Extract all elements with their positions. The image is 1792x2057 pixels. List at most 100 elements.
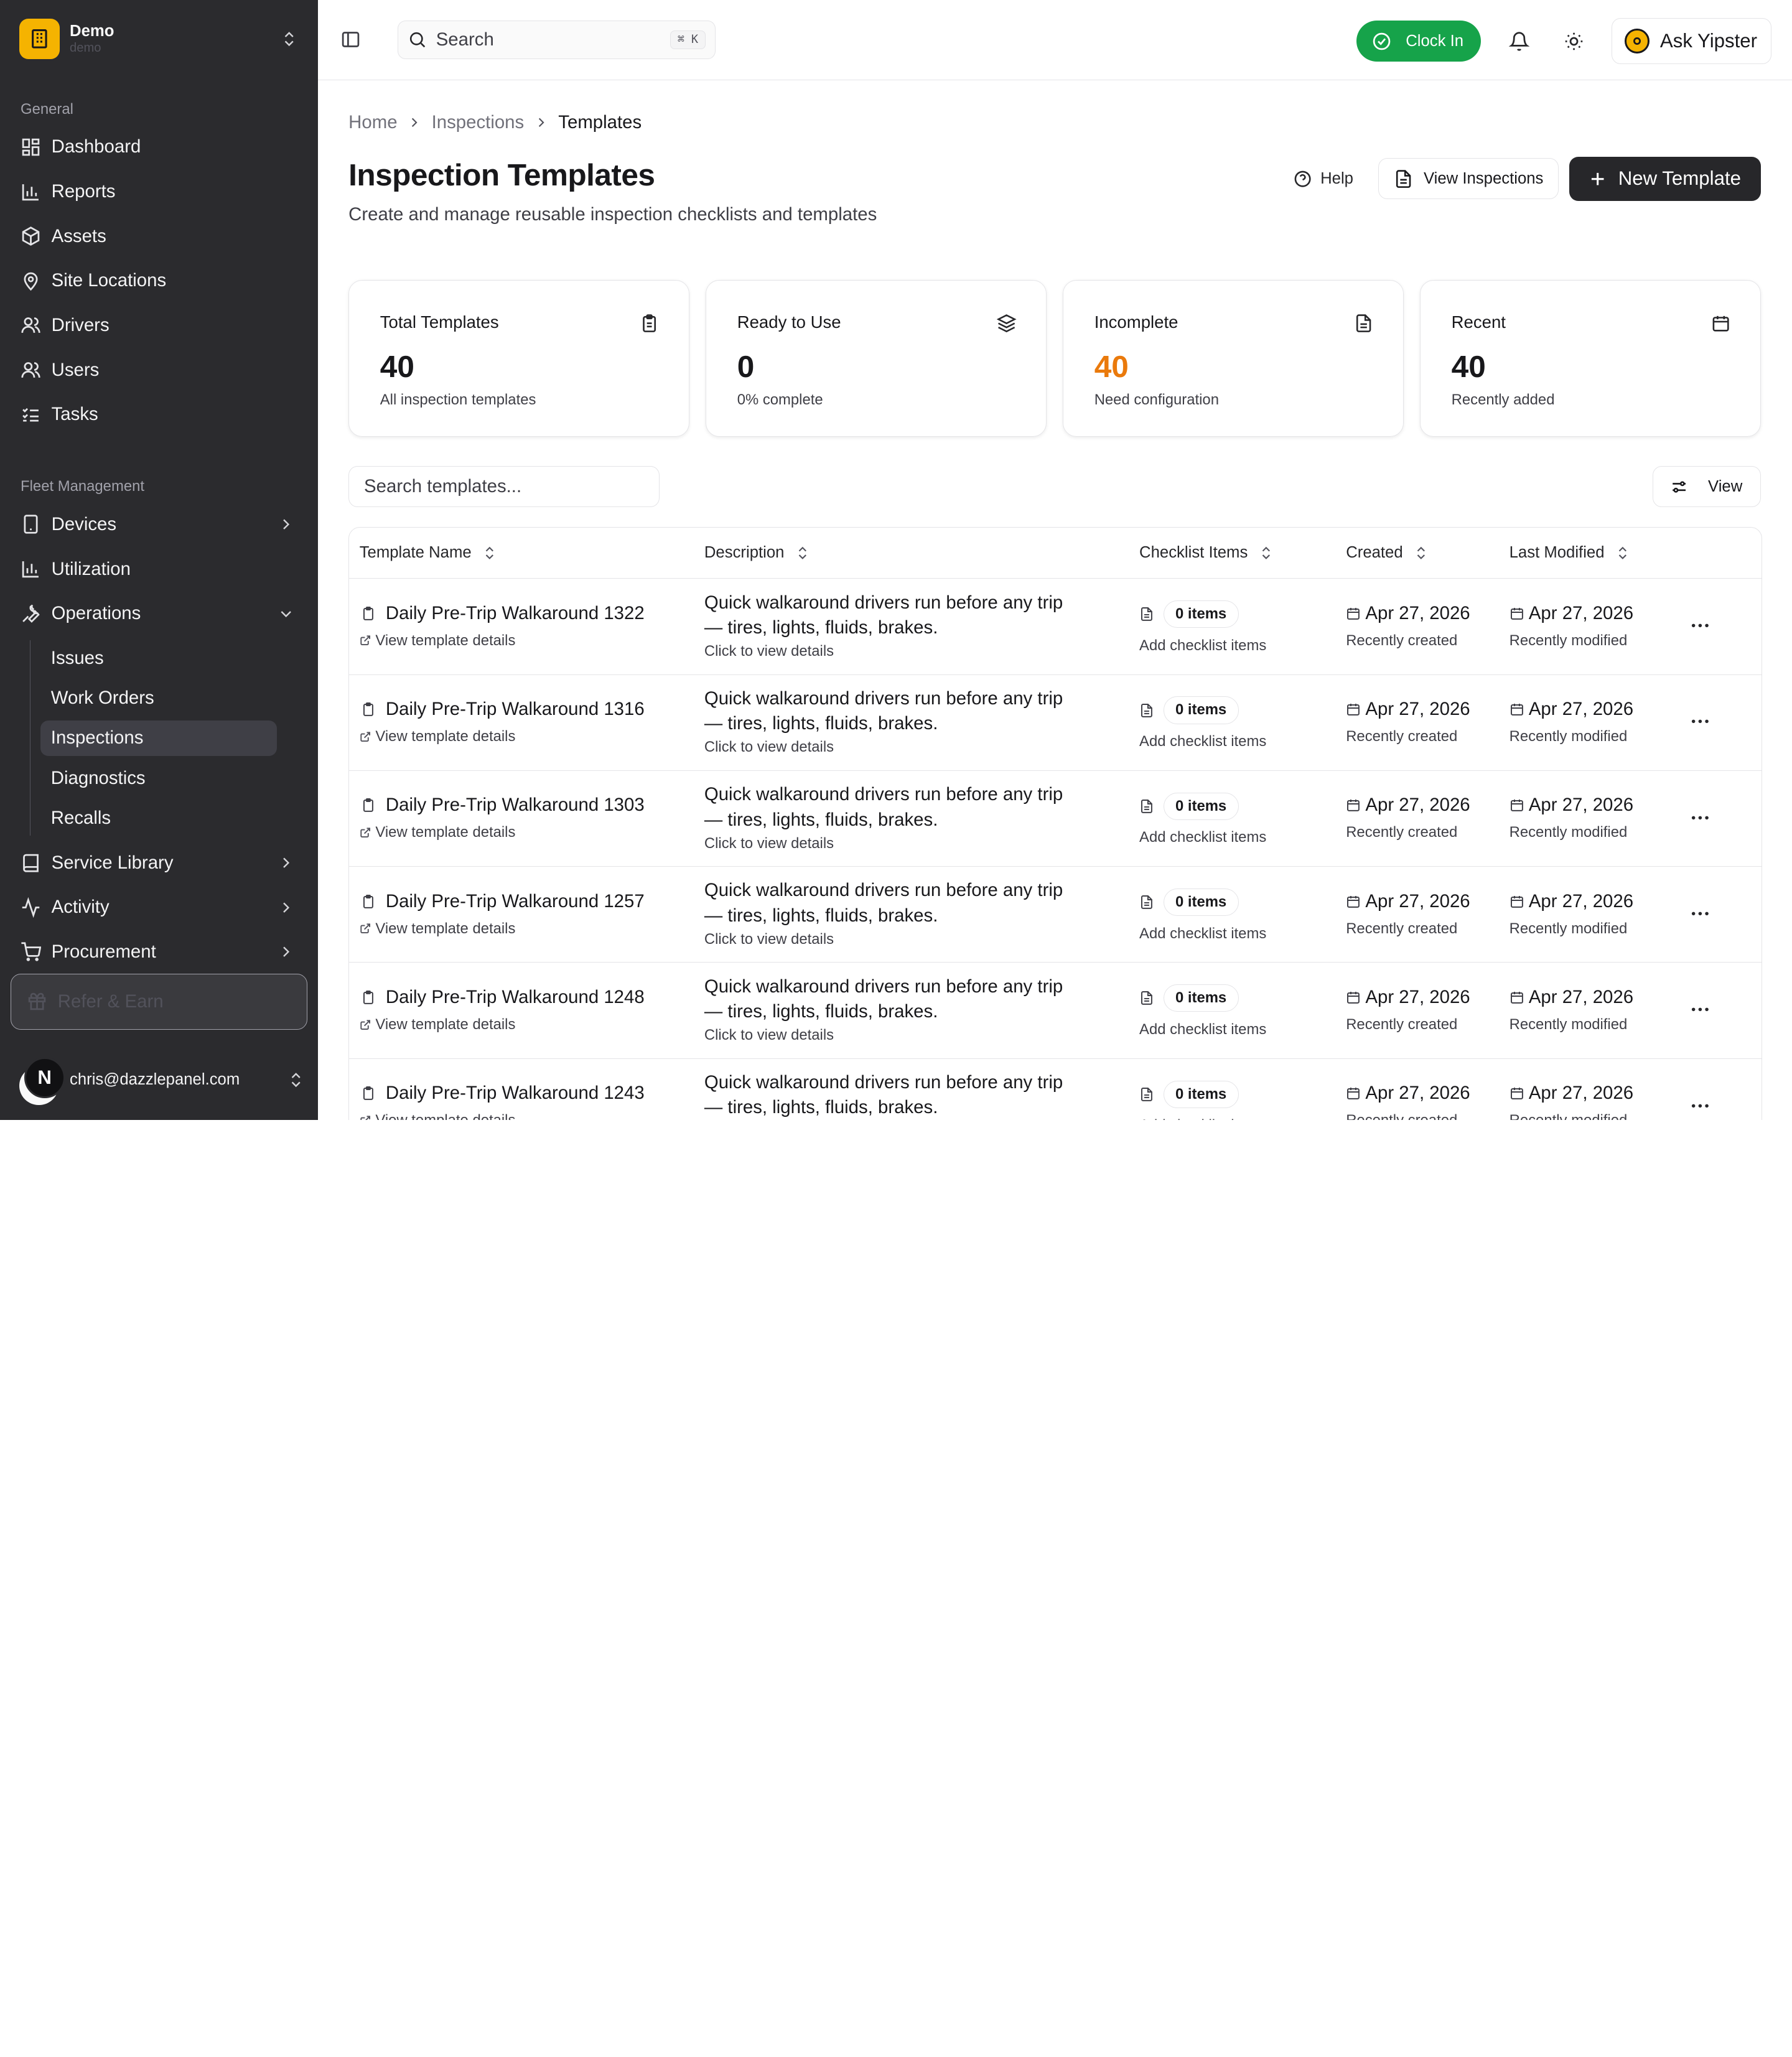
calendar-icon	[1510, 1088, 1523, 1100]
nav-users[interactable]: Users	[0, 348, 318, 393]
modified-note: Recently modified	[1509, 920, 1628, 937]
global-search-input[interactable]: Search ⌘ K	[398, 20, 716, 59]
check-circle-icon	[1373, 32, 1391, 50]
template-name[interactable]: Daily Pre-Trip Walkaround 1303	[386, 795, 645, 816]
external-link-icon	[360, 1019, 370, 1030]
breadcrumb-inspections[interactable]: Inspections	[432, 112, 525, 133]
chevron-right-icon	[282, 946, 289, 958]
table-row[interactable]: Daily Pre-Trip Walkaround 1243 View temp…	[349, 1059, 1762, 1120]
table-header: Template Name Description Checklist Item…	[349, 528, 1762, 579]
table-row[interactable]: Daily Pre-Trip Walkaround 1257 View temp…	[349, 867, 1762, 963]
click-to-view-details-link[interactable]: Click to view details	[704, 643, 1129, 660]
nav-dashboard[interactable]: Dashboard	[0, 125, 318, 170]
template-name[interactable]: Daily Pre-Trip Walkaround 1248	[386, 987, 645, 1008]
more-horizontal-icon[interactable]	[1689, 614, 1712, 637]
theme-toggle-button[interactable]	[1557, 24, 1591, 58]
breadcrumb-home[interactable]: Home	[348, 112, 397, 133]
more-horizontal-icon[interactable]	[1689, 1094, 1712, 1117]
user-email: chris@dazzlepanel.com	[70, 1071, 240, 1089]
add-checklist-items-link[interactable]: Add checklist items	[1139, 829, 1336, 846]
modified-date: Apr 27, 2026	[1528, 986, 1634, 1007]
help-button[interactable]: Help	[1293, 169, 1353, 189]
add-checklist-items-link[interactable]: Add checklist items	[1139, 637, 1336, 655]
chevrons-up-down-icon	[284, 31, 294, 46]
nav-operations[interactable]: Operations	[0, 591, 318, 636]
stat-value: 40	[380, 349, 414, 385]
template-name[interactable]: Daily Pre-Trip Walkaround 1243	[386, 1083, 645, 1104]
nav-reports[interactable]: Reports	[0, 169, 318, 214]
subnav-recalls[interactable]: Recalls	[40, 800, 277, 836]
notifications-button[interactable]	[1501, 24, 1536, 58]
nav-site-locations[interactable]: Site Locations	[0, 259, 318, 304]
column-created[interactable]: Created	[1336, 544, 1499, 562]
template-name[interactable]: Daily Pre-Trip Walkaround 1322	[386, 603, 645, 624]
more-horizontal-icon[interactable]	[1689, 710, 1712, 733]
nav-utilization[interactable]: Utilization	[0, 547, 318, 592]
table-row[interactable]: Daily Pre-Trip Walkaround 1322 View temp…	[349, 579, 1762, 675]
add-checklist-items-link[interactable]: Add checklist items	[1139, 733, 1336, 750]
workspace-switcher[interactable]: Demo demo	[0, 0, 318, 78]
click-to-view-details-link[interactable]: Click to view details	[704, 739, 1129, 756]
click-to-view-details-link[interactable]: Click to view details	[704, 835, 1129, 852]
more-horizontal-icon[interactable]	[1689, 902, 1712, 925]
subnav-diagnostics[interactable]: Diagnostics	[40, 760, 277, 796]
subnav-inspections[interactable]: Inspections	[40, 720, 278, 756]
table-row[interactable]: Daily Pre-Trip Walkaround 1303 View temp…	[349, 771, 1762, 867]
sidebar-toggle-icon[interactable]	[340, 29, 361, 50]
sort-icon	[1417, 546, 1426, 559]
nav-procurement[interactable]: Procurement	[0, 930, 318, 974]
template-search-input[interactable]: Search templates...	[348, 466, 660, 508]
avatar: N	[19, 1056, 65, 1106]
table-row[interactable]: Daily Pre-Trip Walkaround 1248 View temp…	[349, 963, 1762, 1059]
click-to-view-details-link[interactable]: Click to view details	[704, 931, 1129, 948]
calendar-icon	[1347, 895, 1360, 908]
nav-devices[interactable]: Devices	[0, 502, 318, 547]
more-horizontal-icon[interactable]	[1689, 806, 1712, 829]
more-horizontal-icon[interactable]	[1689, 998, 1712, 1021]
clock-in-button[interactable]: Clock In	[1356, 21, 1482, 62]
refer-label: Refer & Earn	[57, 991, 164, 1012]
created-note: Recently created	[1346, 824, 1458, 841]
add-checklist-items-link[interactable]: Add checklist items	[1139, 925, 1336, 943]
column-template-name[interactable]: Template Name	[349, 544, 694, 562]
calendar-icon	[1347, 991, 1360, 1004]
user-menu[interactable]: N chris@dazzlepanel.com	[19, 1052, 305, 1109]
items-count-badge: 0 items	[1163, 1080, 1239, 1108]
view-template-details-link[interactable]: View template details	[360, 824, 694, 841]
click-to-view-details-link[interactable]: Click to view details	[704, 1027, 1129, 1044]
table-row[interactable]: Daily Pre-Trip Walkaround 1316 View temp…	[349, 675, 1762, 771]
refer-and-earn-button[interactable]: Refer & Earn	[10, 973, 308, 1030]
file-text-icon	[1141, 991, 1152, 1005]
items-count-badge: 0 items	[1163, 889, 1239, 917]
column-checklist-items[interactable]: Checklist Items	[1129, 544, 1336, 562]
view-template-details-link[interactable]: View template details	[360, 728, 694, 745]
view-template-details-link[interactable]: View template details	[360, 920, 694, 938]
column-description[interactable]: Description	[694, 544, 1129, 562]
nav-tasks[interactable]: Tasks	[0, 392, 318, 437]
ask-yipster-button[interactable]: Ask Yipster	[1611, 18, 1771, 64]
new-template-button[interactable]: New Template	[1569, 156, 1762, 202]
template-name[interactable]: Daily Pre-Trip Walkaround 1316	[386, 699, 645, 720]
nav-activity[interactable]: Activity	[0, 885, 318, 930]
modified-date: Apr 27, 2026	[1528, 699, 1634, 720]
subnav-work-orders[interactable]: Work Orders	[40, 681, 277, 716]
section-fleet-management: Fleet Management	[21, 478, 144, 495]
view-template-details-link[interactable]: View template details	[360, 1016, 694, 1033]
view-template-details-link[interactable]: View template details	[360, 632, 694, 650]
layers-icon	[997, 314, 1017, 333]
view-template-details-link[interactable]: View template details	[360, 1112, 694, 1120]
subnav-issues[interactable]: Issues	[40, 640, 277, 676]
nav-drivers[interactable]: Drivers	[0, 303, 318, 348]
view-inspections-button[interactable]: View Inspections	[1378, 158, 1559, 200]
stat-note: Need configuration	[1094, 391, 1219, 409]
nav-assets[interactable]: Assets	[0, 214, 318, 259]
nav-service-library[interactable]: Service Library	[0, 841, 318, 885]
stat-label: Incomplete	[1094, 312, 1178, 332]
view-options-button[interactable]: View	[1652, 466, 1762, 508]
add-checklist-items-link[interactable]: Add checklist items	[1139, 1021, 1336, 1038]
activity-icon	[22, 897, 40, 918]
column-last-modified[interactable]: Last Modified	[1499, 544, 1670, 562]
add-checklist-items-link[interactable]: Add checklist items	[1139, 1117, 1336, 1120]
template-name[interactable]: Daily Pre-Trip Walkaround 1257	[386, 891, 645, 912]
items-count-badge: 0 items	[1163, 600, 1239, 628]
